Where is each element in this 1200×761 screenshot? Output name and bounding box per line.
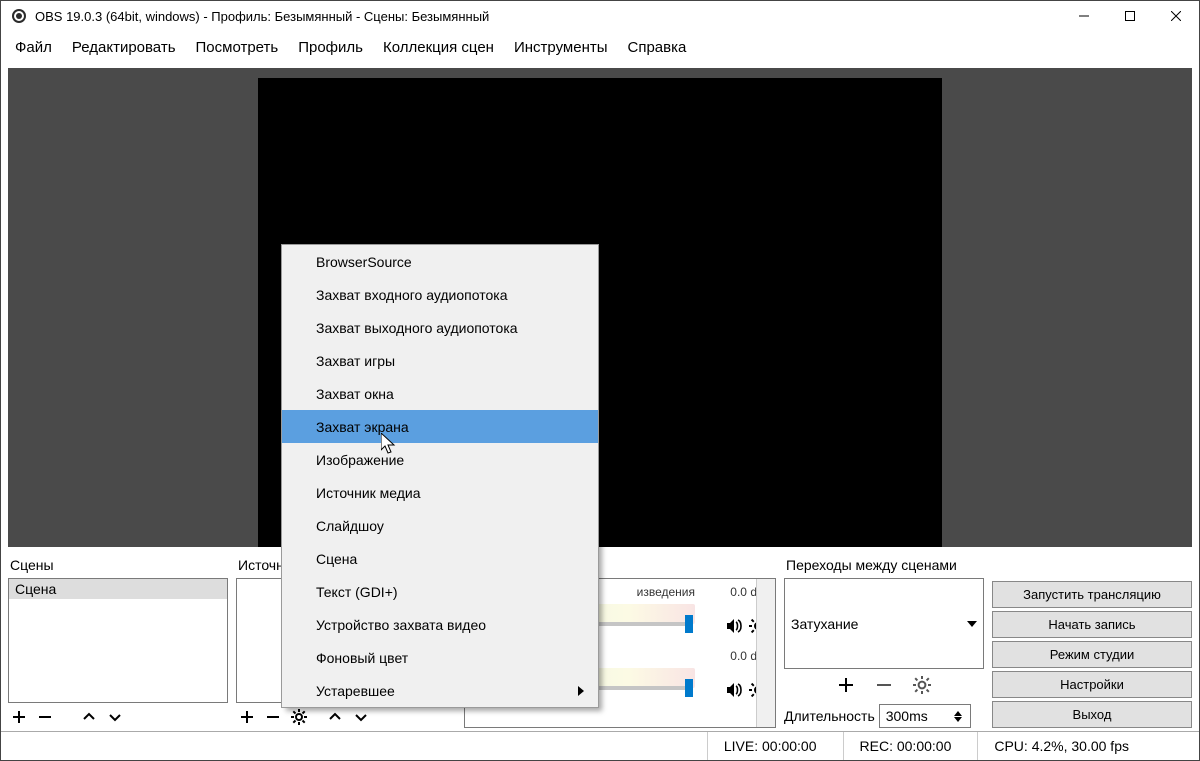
- menu-edit[interactable]: Редактировать: [72, 39, 176, 56]
- duration-spin[interactable]: 300ms: [879, 704, 971, 728]
- source-up-button[interactable]: [324, 706, 346, 728]
- remove-source-button[interactable]: [262, 706, 284, 728]
- exit-button[interactable]: Выход: [992, 701, 1192, 728]
- transition-select[interactable]: Затухание: [784, 578, 984, 669]
- close-button[interactable]: [1153, 1, 1199, 31]
- scenes-title: Сцены: [8, 555, 228, 578]
- panel-controls: Запустить трансляцию Начать запись Режим…: [992, 555, 1192, 728]
- app-window: OBS 19.0.3 (64bit, windows) - Профиль: Б…: [0, 0, 1200, 761]
- ctx-item-10[interactable]: Текст (GDI+): [282, 575, 598, 608]
- ctx-item-7[interactable]: Источник медиа: [282, 476, 598, 509]
- source-down-button[interactable]: [350, 706, 372, 728]
- menu-view[interactable]: Посмотреть: [196, 39, 279, 56]
- statusbar: LIVE: 00:00:00 REC: 00:00:00 CPU: 4.2%, …: [1, 731, 1199, 760]
- mixer-ch1-label: изведения: [637, 585, 695, 599]
- ctx-item-4[interactable]: Захват окна: [282, 377, 598, 410]
- preview-area[interactable]: [8, 68, 1192, 547]
- status-rec: REC: 00:00:00: [843, 732, 952, 760]
- ctx-item-6[interactable]: Изображение: [282, 443, 598, 476]
- add-transition-button[interactable]: [836, 675, 856, 698]
- ctx-item-0[interactable]: BrowserSource: [282, 245, 598, 278]
- scene-down-button[interactable]: [104, 706, 126, 728]
- status-live: LIVE: 00:00:00: [707, 732, 817, 760]
- ctx-item-5[interactable]: Захват экрана: [282, 410, 598, 443]
- menu-help[interactable]: Справка: [628, 39, 687, 56]
- ctx-item-13[interactable]: Устаревшее: [282, 674, 598, 707]
- slider-knob[interactable]: [685, 679, 693, 697]
- menu-file[interactable]: Файл: [15, 39, 52, 56]
- submenu-arrow-icon: [578, 686, 584, 696]
- source-props-button[interactable]: [288, 706, 310, 728]
- mixer-scrollbar[interactable]: [756, 579, 775, 727]
- menu-tools[interactable]: Инструменты: [514, 39, 608, 56]
- ctx-item-8[interactable]: Слайдшоу: [282, 509, 598, 542]
- scene-up-button[interactable]: [78, 706, 100, 728]
- remove-scene-button[interactable]: [34, 706, 56, 728]
- titlebar: OBS 19.0.3 (64bit, windows) - Профиль: Б…: [1, 1, 1199, 32]
- ctx-item-3[interactable]: Захват игры: [282, 344, 598, 377]
- scenes-list[interactable]: Сцена: [8, 578, 228, 703]
- duration-value: 300ms: [886, 708, 928, 724]
- ctx-item-9[interactable]: Сцена: [282, 542, 598, 575]
- menubar: Файл Редактировать Посмотреть Профиль Ко…: [1, 32, 1199, 62]
- duration-label: Длительность: [784, 708, 875, 724]
- ctx-item-11[interactable]: Устройство захвата видео: [282, 608, 598, 641]
- slider-knob[interactable]: [685, 615, 693, 633]
- ctx-item-1[interactable]: Захват входного аудиопотока: [282, 278, 598, 311]
- transition-props-button[interactable]: [912, 675, 932, 698]
- status-cpu: CPU: 4.2%, 30.00 fps: [977, 732, 1129, 760]
- start-record-button[interactable]: Начать запись: [992, 611, 1192, 638]
- obs-icon: [11, 8, 27, 24]
- panel-transitions: Переходы между сценами Затухание Длитель…: [784, 555, 984, 728]
- settings-button[interactable]: Настройки: [992, 671, 1192, 698]
- ctx-item-12[interactable]: Фоновый цвет: [282, 641, 598, 674]
- speaker-icon[interactable]: [725, 681, 743, 702]
- menu-profile[interactable]: Профиль: [298, 39, 363, 56]
- scene-item[interactable]: Сцена: [9, 579, 227, 599]
- speaker-icon[interactable]: [725, 617, 743, 638]
- panel-row: Сцены Сцена Источники: [1, 547, 1199, 731]
- add-source-button[interactable]: [236, 706, 258, 728]
- panel-scenes: Сцены Сцена: [8, 555, 228, 728]
- ctx-item-2[interactable]: Захват выходного аудиопотока: [282, 311, 598, 344]
- window-title: OBS 19.0.3 (64bit, windows) - Профиль: Б…: [35, 9, 1061, 24]
- start-stream-button[interactable]: Запустить трансляцию: [992, 581, 1192, 608]
- maximize-button[interactable]: [1107, 1, 1153, 31]
- scenes-tools: [8, 703, 228, 728]
- spin-arrows[interactable]: [954, 711, 966, 722]
- add-source-context-menu: BrowserSourceЗахват входного аудиопотока…: [281, 244, 599, 708]
- studio-mode-button[interactable]: Режим студии: [992, 641, 1192, 668]
- add-scene-button[interactable]: [8, 706, 30, 728]
- menu-scene-collection[interactable]: Коллекция сцен: [383, 39, 494, 56]
- transition-select-value: Затухание: [791, 616, 858, 632]
- window-buttons: [1061, 1, 1199, 31]
- minimize-button[interactable]: [1061, 1, 1107, 31]
- transitions-title: Переходы между сценами: [784, 555, 984, 578]
- remove-transition-button[interactable]: [874, 675, 894, 698]
